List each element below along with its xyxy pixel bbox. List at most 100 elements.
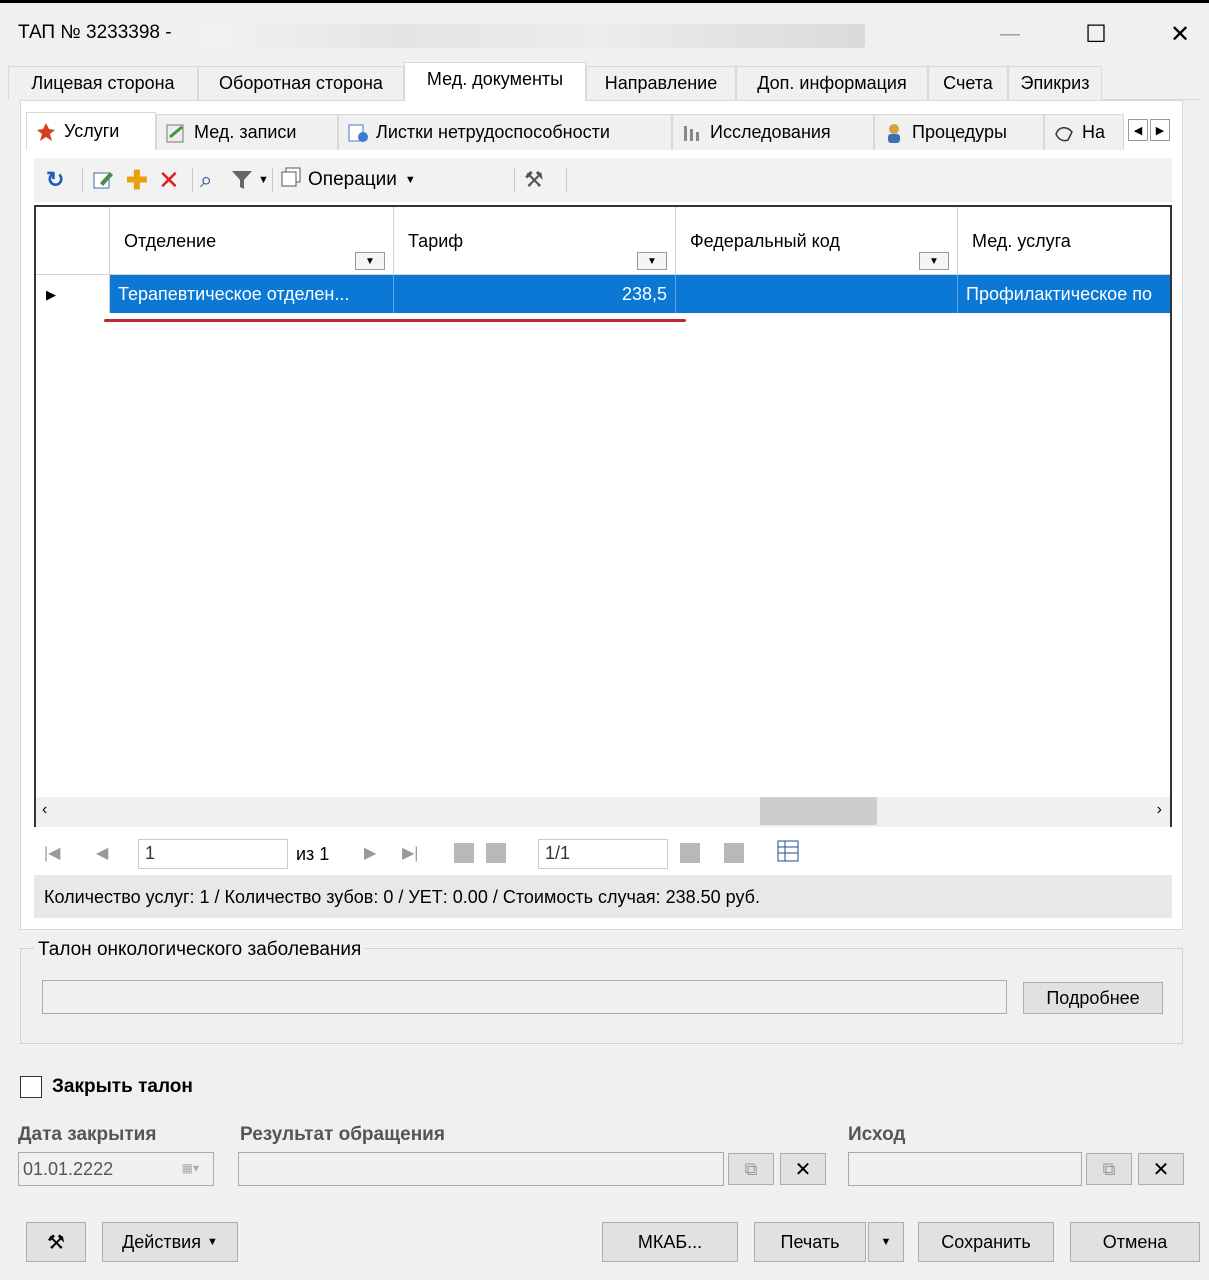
- minimize-button[interactable]: —: [988, 14, 1032, 54]
- maximize-button[interactable]: ☐: [1074, 14, 1118, 54]
- print-button[interactable]: Печать: [754, 1222, 866, 1262]
- column-med-service[interactable]: Мед. услуга: [958, 207, 1170, 275]
- filter-dropdown-icon[interactable]: ▼: [637, 252, 667, 270]
- close-ticket-checkbox[interactable]: [20, 1076, 42, 1098]
- column-tariff[interactable]: Тариф ▼: [394, 207, 676, 275]
- print-dropdown-icon[interactable]: ▼: [868, 1222, 904, 1262]
- filter-dropdown-icon[interactable]: ▼: [355, 252, 385, 270]
- tools-icon[interactable]: ⚒: [524, 166, 544, 194]
- delete-icon[interactable]: ✕: [158, 165, 180, 195]
- close-date-field[interactable]: 01.01.2222 ▦▾: [18, 1152, 214, 1186]
- prev-page-icon[interactable]: ◀: [96, 843, 108, 863]
- first-page-icon[interactable]: |◀: [44, 843, 60, 863]
- window-title: ТАП № 3233398 -: [18, 22, 172, 43]
- result-pick-icon[interactable]: ⧉: [728, 1153, 774, 1185]
- column-federal-code-label: Федеральный код: [690, 231, 840, 251]
- subtab-procedures[interactable]: Процедуры: [874, 114, 1044, 150]
- subtab-research[interactable]: Исследования: [672, 114, 874, 150]
- cell-med-service[interactable]: Профилактическое по: [958, 275, 1170, 313]
- services-summary: Количество услуг: 1 / Количество зубов: …: [34, 875, 1172, 918]
- mkab-button[interactable]: МКАБ...: [602, 1222, 738, 1262]
- record-input[interactable]: 1/1: [538, 839, 668, 869]
- tab-invoices[interactable]: Счета: [928, 66, 1008, 100]
- tab-back-side[interactable]: Оборотная сторона: [198, 66, 404, 100]
- calendar-icon[interactable]: ▦▾: [182, 1161, 199, 1175]
- close-date-value: 01.01.2222: [23, 1159, 114, 1179]
- column-department-label: Отделение: [124, 231, 217, 251]
- tab-med-documents[interactable]: Мед. документы: [404, 62, 586, 101]
- tab-scroll-right-button[interactable]: ▶: [1150, 119, 1170, 141]
- tab-front-side[interactable]: Лицевая сторона: [8, 66, 198, 100]
- top-border: [0, 0, 1209, 3]
- subtab-research-label: Исследования: [710, 122, 831, 142]
- cancel-button[interactable]: Отмена: [1070, 1222, 1200, 1262]
- outcome-clear-icon[interactable]: ✕: [1138, 1153, 1184, 1185]
- outcome-field[interactable]: [848, 1152, 1082, 1186]
- filter-icon[interactable]: ▼: [230, 166, 269, 194]
- outcome-pick-icon[interactable]: ⧉: [1086, 1153, 1132, 1185]
- actions-button[interactable]: Действия ▼: [102, 1222, 238, 1262]
- copy-icon: [280, 166, 302, 194]
- grid-toolbar: ↻ ✚ ✕ ⌕ ▼ Операции ▼ ⚒: [34, 158, 1172, 202]
- table-view-icon[interactable]: [776, 839, 800, 869]
- services-grid: Отделение ▼ Тариф ▼ Федеральный код ▼ Ме…: [34, 205, 1172, 827]
- tab-epicrisis[interactable]: Эпикриз: [1008, 66, 1102, 100]
- hand-icon: [1053, 122, 1075, 144]
- records-icon: [165, 122, 187, 144]
- record-last-icon[interactable]: [724, 843, 744, 863]
- horizontal-scrollbar[interactable]: ‹ ›: [36, 797, 1170, 827]
- cell-federal-code[interactable]: [676, 275, 958, 313]
- row-header-corner: [36, 207, 110, 275]
- tab-additional-info[interactable]: Доп. информация: [736, 66, 928, 100]
- cell-department[interactable]: Терапевтическое отделен...: [110, 275, 394, 313]
- result-label: Результат обращения: [240, 1124, 445, 1145]
- scrollbar-thumb[interactable]: [760, 797, 877, 825]
- oncology-field[interactable]: [42, 980, 1007, 1014]
- procedures-icon: [883, 122, 905, 144]
- next-page-icon[interactable]: ▶: [364, 843, 376, 863]
- table-row[interactable]: ▶ Терапевтическое отделен... 238,5 Профи…: [36, 275, 1170, 313]
- actions-label: Действия: [122, 1231, 201, 1252]
- record-first-icon[interactable]: [454, 843, 474, 863]
- add-icon[interactable]: ✚: [126, 165, 148, 195]
- find-icon[interactable]: ⌕: [200, 166, 212, 194]
- operations-button[interactable]: Операции ▼: [280, 166, 416, 194]
- close-button[interactable]: ✕: [1158, 14, 1202, 54]
- redacted-patient-name: [200, 24, 865, 48]
- scroll-left-icon[interactable]: ‹: [42, 801, 47, 819]
- settings-tools-button[interactable]: ⚒: [26, 1222, 86, 1262]
- cell-tariff[interactable]: 238,5: [394, 275, 676, 313]
- column-federal-code[interactable]: Федеральный код ▼: [676, 207, 958, 275]
- services-icon: [35, 121, 57, 143]
- subtab-sick-leave[interactable]: Листки нетрудоспособности: [338, 114, 672, 150]
- column-department[interactable]: Отделение ▼: [110, 207, 394, 275]
- result-clear-icon[interactable]: ✕: [780, 1153, 826, 1185]
- refresh-icon[interactable]: ↻: [46, 166, 64, 194]
- pager: |◀ ◀ 1 из 1 ▶ ▶| 1/1: [34, 829, 1172, 873]
- record-next-icon[interactable]: [680, 843, 700, 863]
- subtab-more[interactable]: На: [1044, 114, 1124, 150]
- column-med-service-label: Мед. услуга: [972, 231, 1071, 251]
- subtab-services[interactable]: Услуги: [26, 112, 156, 150]
- record-prev-icon[interactable]: [486, 843, 506, 863]
- main-tabs: Лицевая сторона Оборотная сторона Мед. д…: [8, 62, 1201, 101]
- tab-referral[interactable]: Направление: [586, 66, 736, 100]
- close-date-label: Дата закрытия: [18, 1124, 157, 1145]
- oncology-label: Талон онкологического заболевания: [34, 939, 366, 961]
- research-icon: [681, 122, 703, 144]
- subtab-med-records-label: Мед. записи: [194, 122, 297, 142]
- tab-scroll-left-button[interactable]: ◀: [1128, 119, 1148, 141]
- row-indicator-icon: ▶: [36, 275, 110, 313]
- page-input[interactable]: 1: [138, 839, 288, 869]
- filter-dropdown-icon[interactable]: ▼: [919, 252, 949, 270]
- scroll-right-icon[interactable]: ›: [1157, 801, 1162, 819]
- details-button[interactable]: Подробнее: [1023, 982, 1163, 1014]
- last-page-icon[interactable]: ▶|: [402, 843, 418, 863]
- edit-icon[interactable]: [92, 166, 114, 194]
- subtab-med-records[interactable]: Мед. записи: [156, 114, 338, 150]
- close-ticket-label: Закрыть талон: [52, 1076, 193, 1097]
- result-field[interactable]: [238, 1152, 724, 1186]
- save-button[interactable]: Сохранить: [918, 1222, 1054, 1262]
- subtab-more-label: На: [1082, 122, 1106, 142]
- tools-icon: ⚒: [47, 1231, 65, 1254]
